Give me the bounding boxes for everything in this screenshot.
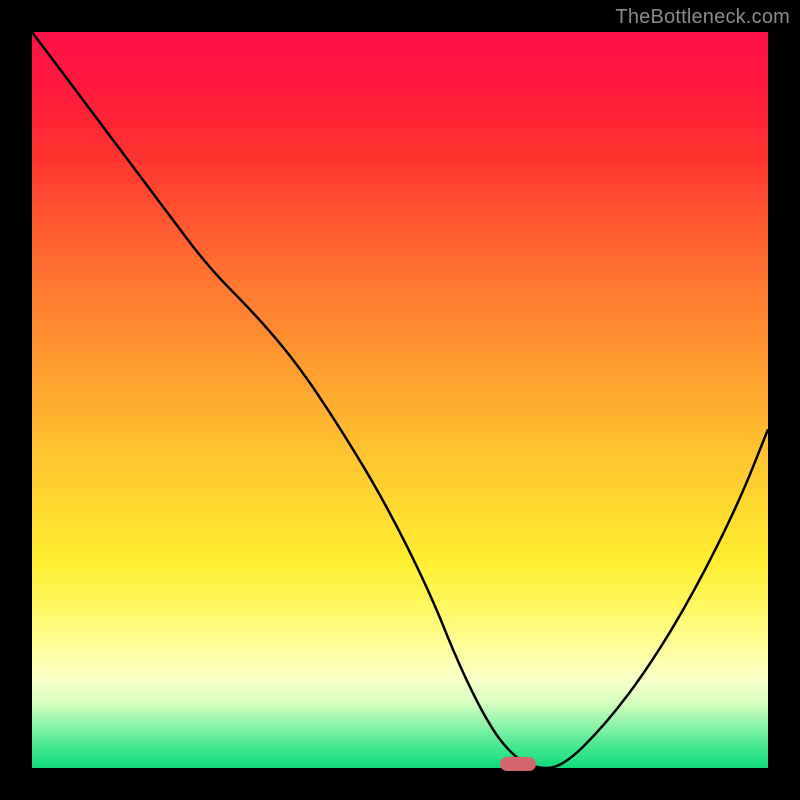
attribution-label: TheBottleneck.com bbox=[615, 6, 790, 29]
plot-area bbox=[32, 32, 768, 768]
curve-path bbox=[32, 32, 768, 768]
chart-curve bbox=[32, 32, 768, 768]
min-marker bbox=[500, 757, 536, 771]
chart-frame: TheBottleneck.com bbox=[0, 0, 800, 800]
